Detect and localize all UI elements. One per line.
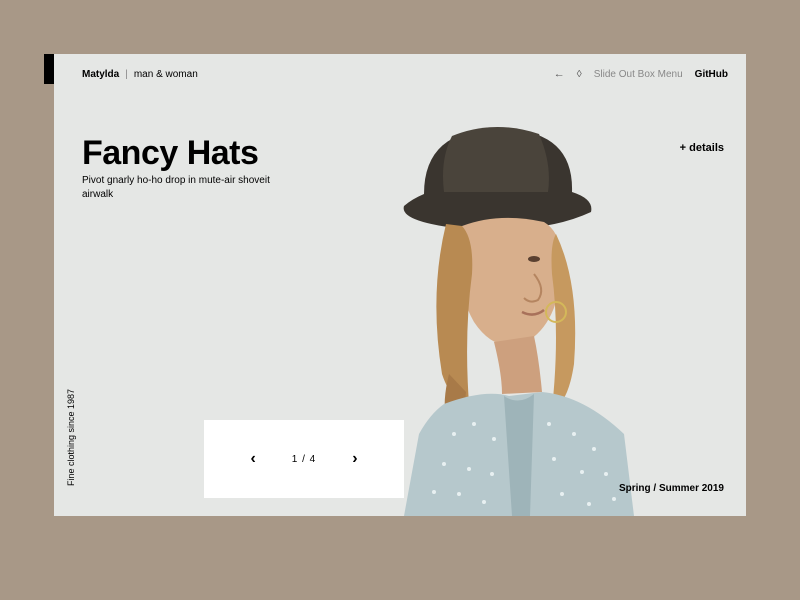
season-label: Spring / Summer 2019 (619, 483, 724, 494)
menu-link[interactable]: Slide Out Box Menu (594, 69, 683, 80)
pager-next-icon[interactable]: › (352, 450, 357, 468)
pager-count: 1 / 4 (292, 454, 316, 465)
flame-icon[interactable]: ◊ (577, 69, 582, 80)
page-frame: Matylda | man & woman ← ◊ Slide Out Box … (54, 54, 746, 516)
header: Matylda | man & woman ← ◊ Slide Out Box … (82, 68, 728, 80)
accent-bar (44, 54, 54, 84)
nav-right: ← ◊ Slide Out Box Menu GitHub (554, 68, 728, 80)
pager-prev-icon[interactable]: ‹ (250, 450, 255, 468)
brand-tagline: man & woman (134, 69, 198, 80)
brand-separator: | (125, 69, 128, 80)
github-link[interactable]: GitHub (695, 69, 728, 80)
details-link[interactable]: + details (680, 142, 724, 154)
side-tagline: Fine clothing since 1987 (66, 389, 76, 486)
back-arrow-icon[interactable]: ← (554, 68, 565, 80)
brand-name[interactable]: Matylda (82, 69, 119, 80)
pager: ‹ 1 / 4 › (204, 420, 404, 498)
hero-subtitle: Pivot gnarly ho-ho drop in mute-air shov… (82, 174, 292, 202)
hero-title: Fancy Hats (82, 134, 258, 173)
brand-block: Matylda | man & woman (82, 69, 198, 80)
